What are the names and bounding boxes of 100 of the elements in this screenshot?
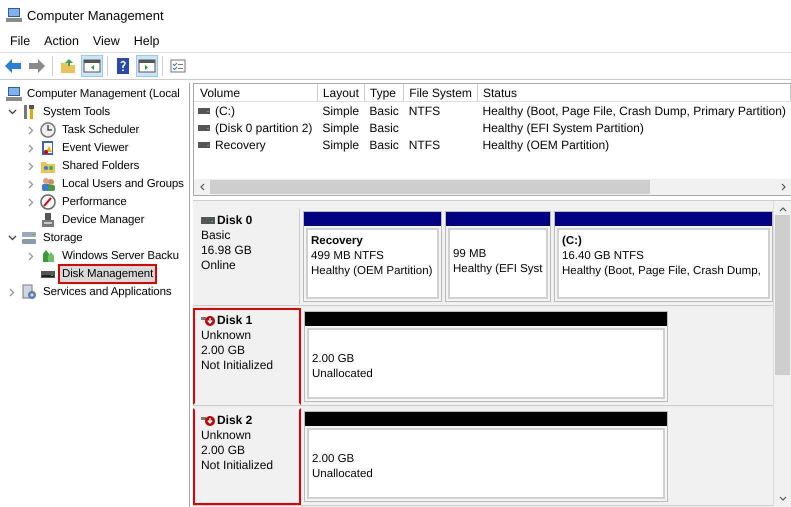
column-header[interactable]: Volume: [194, 84, 318, 102]
disk-name: Disk 2: [217, 413, 252, 428]
table-cell: Healthy (OEM Partition): [482, 138, 610, 152]
expand-chevron-icon[interactable]: [9, 288, 15, 296]
expand-chevron-icon[interactable]: [28, 126, 34, 134]
tree-item[interactable]: Event Viewer: [58, 138, 132, 158]
folder-icon: [59, 57, 77, 75]
table-cell: Basic: [369, 120, 399, 134]
table-cell: Simple: [322, 138, 360, 152]
table-cell: NTFS: [408, 104, 440, 118]
disk-detail: Online: [201, 258, 237, 273]
properties-icon: [169, 57, 187, 75]
app-icon: [6, 7, 22, 23]
performance-icon: [40, 194, 56, 210]
expand-chevron-icon[interactable]: [28, 198, 34, 206]
computer-icon: [6, 86, 22, 102]
table-cell: Recovery: [215, 138, 266, 152]
partition-size: 2.00 GB: [312, 452, 356, 467]
clock-icon: [40, 122, 56, 138]
scroll-right-icon: [780, 183, 786, 191]
action-pane-button[interactable]: [136, 55, 158, 77]
partition-name: Recovery: [311, 234, 364, 249]
menu-item[interactable]: View: [86, 32, 127, 50]
table-cell: Simple: [322, 104, 360, 118]
disk-detail: 16.98 GB: [201, 243, 253, 258]
partition-block[interactable]: Recovery 499 MB NTFS Healthy (OEM Partition): [303, 211, 442, 302]
disk-detail: Unknown: [201, 328, 252, 343]
tree-item[interactable]: Storage: [39, 228, 87, 248]
expand-chevron-icon[interactable]: [28, 144, 34, 152]
partition-size: 99 MB: [453, 247, 488, 262]
expand-chevron-icon[interactable]: [28, 180, 34, 188]
tree-item[interactable]: Disk Management: [58, 264, 158, 284]
console-tree-button[interactable]: [81, 55, 103, 77]
services-icon: [21, 284, 37, 300]
action-pane-icon: [138, 57, 156, 75]
column-header[interactable]: File System: [404, 84, 478, 102]
tree-item[interactable]: Shared Folders: [58, 156, 144, 176]
volume-icon: [198, 142, 210, 148]
tree-item[interactable]: System Tools: [39, 102, 114, 122]
menu-item[interactable]: Help: [126, 32, 166, 50]
tree-item[interactable]: Performance: [58, 192, 131, 212]
tree-item[interactable]: Task Scheduler: [58, 120, 144, 140]
disk-info-panel[interactable]: Disk 2 Unknown 2.00 GB Not Initialized: [193, 408, 301, 505]
window-title: Computer Management: [27, 8, 164, 22]
partition-name: (C:): [562, 234, 583, 249]
partition-block[interactable]: 99 MB Healthy (EFI Syst: [445, 211, 551, 302]
table-cell: Basic: [369, 104, 399, 118]
disk-error-icon: [201, 314, 215, 326]
expand-chevron-icon[interactable]: [28, 162, 34, 170]
expand-chevron-icon[interactable]: [28, 252, 34, 260]
storage-icon: [21, 230, 37, 246]
table-cell: (Disk 0 partition 2): [215, 120, 312, 134]
vertical-scrollbar[interactable]: [773, 201, 791, 507]
table-cell: NTFS: [408, 138, 440, 152]
column-header[interactable]: Status: [477, 84, 791, 102]
tree-item[interactable]: Local Users and Groups: [58, 174, 188, 194]
disk-info-panel[interactable]: Disk 1 Unknown 2.00 GB Not Initialized: [193, 308, 301, 405]
partition-block[interactable]: (C:) 16.40 GB NTFS Healthy (Boot, Page File, Crash Dump,: [554, 211, 773, 302]
forward-icon: [28, 57, 46, 75]
collapse-chevron-icon[interactable]: [8, 235, 16, 241]
disk-detail: Not Initialized: [201, 458, 274, 473]
console-tree-icon: [83, 57, 101, 75]
scroll-down-icon: [778, 496, 786, 501]
disk-detail: 2.00 GB: [201, 343, 246, 358]
scroll-left-icon: [200, 183, 204, 191]
column-header[interactable]: Layout: [317, 84, 364, 102]
disk-detail: Basic: [201, 228, 232, 243]
partition-size: 499 MB NTFS: [311, 249, 385, 264]
menu-item[interactable]: File: [3, 32, 38, 50]
tree-item[interactable]: Windows Server Backu: [58, 246, 183, 266]
tree-item[interactable]: Computer Management (Local: [23, 84, 184, 104]
partition-block[interactable]: 2.00 GB Unallocated: [304, 411, 668, 502]
event-log-icon: [40, 140, 56, 156]
scroll-up-icon: [778, 207, 786, 212]
collapse-chevron-icon[interactable]: [8, 109, 16, 115]
disk-detail: Not Initialized: [201, 358, 274, 373]
partition-status: Unallocated: [312, 467, 374, 482]
users-icon: [40, 176, 56, 192]
table-cell: Healthy (EFI System Partition): [482, 120, 644, 134]
volume-icon: [198, 124, 210, 130]
table-cell: Basic: [369, 138, 399, 152]
table-cell: (C:): [215, 104, 235, 118]
partition-status: Healthy (OEM Partition): [311, 264, 434, 279]
tools-icon: [21, 104, 37, 120]
tree-item[interactable]: Services and Applications: [39, 282, 176, 302]
partition-size: 16.40 GB NTFS: [562, 249, 645, 264]
menu-item[interactable]: Action: [37, 32, 86, 50]
disk-detail: 2.00 GB: [201, 443, 246, 458]
back-icon: [4, 57, 22, 75]
table-cell: Simple: [322, 120, 360, 134]
column-header[interactable]: Type: [364, 84, 404, 102]
partition-status: Unallocated: [312, 367, 374, 382]
disk-name: Disk 1: [217, 313, 252, 328]
disk-name: Disk 0: [217, 213, 252, 228]
partition-block[interactable]: 2.00 GB Unallocated: [304, 311, 668, 402]
partition-size: 2.00 GB: [312, 352, 356, 367]
horizontal-scrollbar[interactable]: [194, 179, 791, 195]
table-cell: Healthy (Boot, Page File, Crash Dump, Primary Partition): [482, 104, 786, 118]
device-manager-icon: [40, 212, 56, 228]
tree-item[interactable]: Device Manager: [58, 210, 148, 230]
